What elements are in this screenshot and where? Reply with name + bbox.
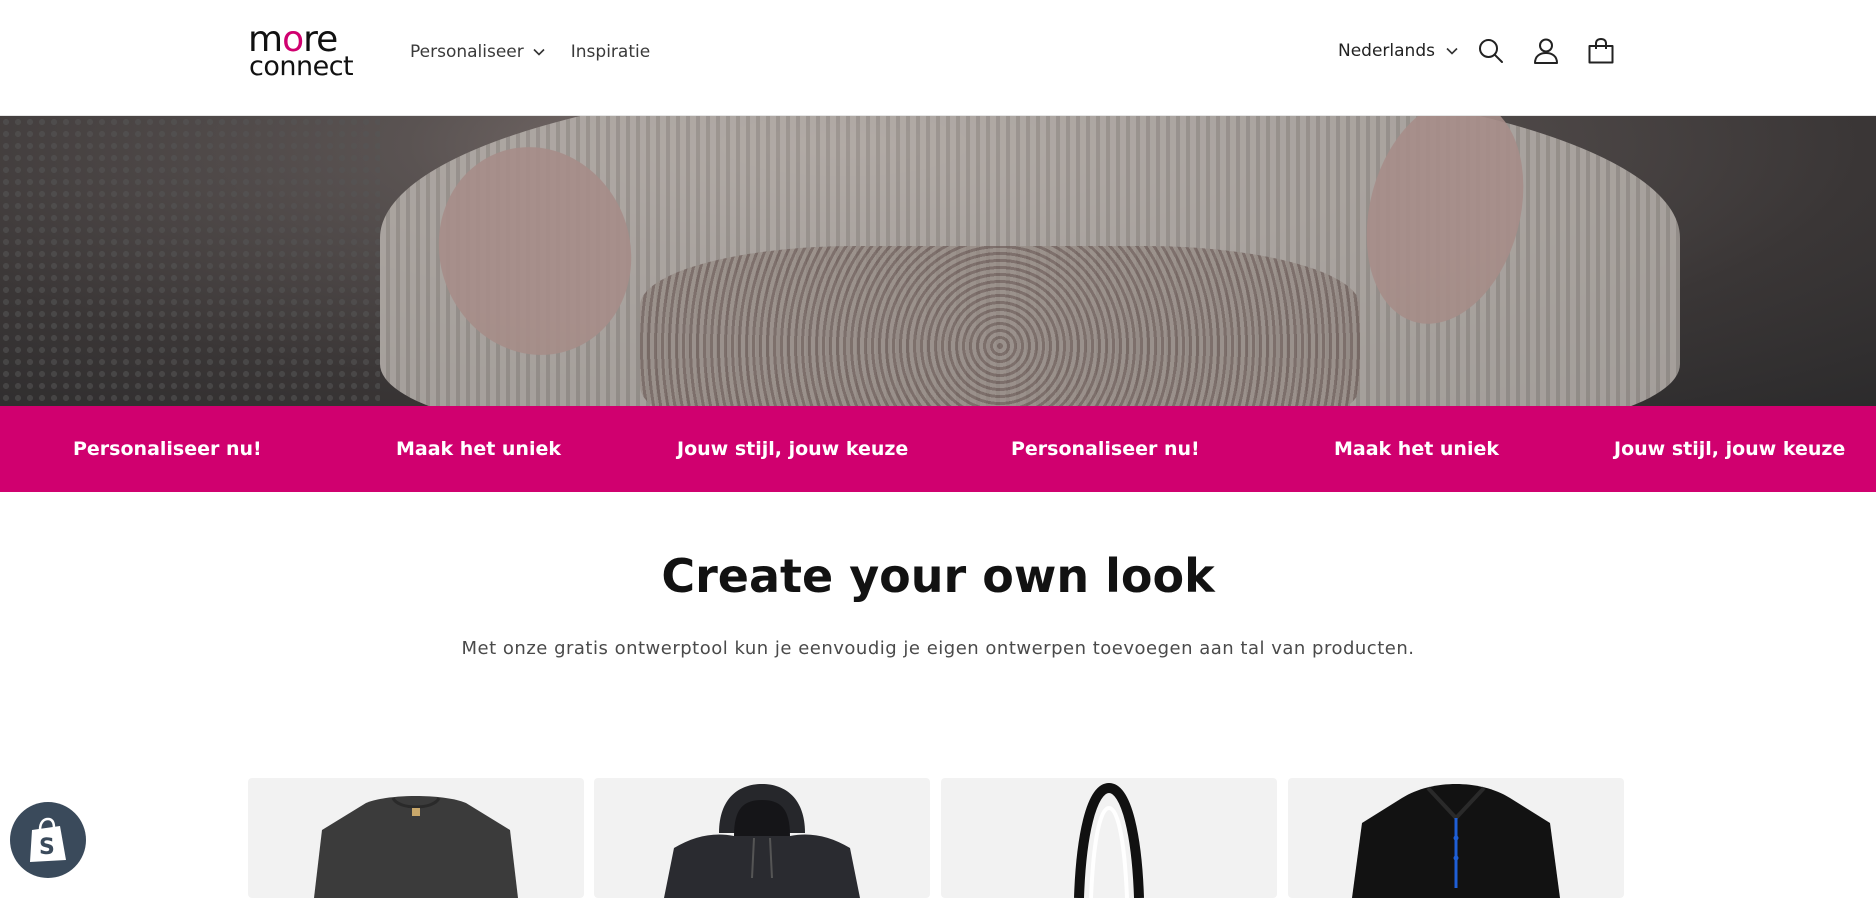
- site-header: more connect Personaliseer Inspiratie Ne…: [0, 0, 1876, 116]
- page-title: Create your own look: [661, 549, 1215, 603]
- hero-banner-image: [0, 116, 1876, 406]
- account-icon[interactable]: [1531, 36, 1561, 66]
- product-grid: [248, 778, 1624, 898]
- marquee-item: Jouw stijl, jouw keuze: [1614, 438, 1846, 460]
- shopify-badge[interactable]: S: [10, 802, 86, 878]
- shopify-bag-icon: S: [30, 817, 66, 862]
- logo-text-connect: connect: [249, 51, 354, 82]
- nav-label: Personaliseer: [410, 42, 524, 62]
- polo-icon: [1352, 784, 1560, 898]
- language-label: Nederlands: [1338, 41, 1435, 61]
- product-card-tote-bag[interactable]: [941, 778, 1277, 898]
- marquee-item: Personaliseer nu!: [73, 438, 262, 460]
- chevron-down-icon: [1446, 47, 1458, 55]
- language-selector[interactable]: Nederlands: [1338, 41, 1458, 61]
- marquee-item: Jouw stijl, jouw keuze: [677, 438, 909, 460]
- page-subtitle: Met onze gratis ontwerptool kun je eenvo…: [461, 638, 1415, 659]
- tote-bag-icon: [1074, 782, 1144, 898]
- marquee-item: Personaliseer nu!: [1011, 438, 1200, 460]
- tshirt-icon: [314, 796, 518, 898]
- hero-background-pattern: [0, 116, 380, 406]
- svg-text:S: S: [39, 835, 55, 860]
- marquee-item: Maak het uniek: [396, 438, 561, 460]
- nav-label: Inspiratie: [570, 42, 651, 62]
- search-icon[interactable]: [1476, 36, 1506, 66]
- product-card-polo[interactable]: [1288, 778, 1624, 898]
- marquee-item: Maak het uniek: [1334, 438, 1499, 460]
- logo[interactable]: more connect: [248, 22, 362, 82]
- cart-icon[interactable]: [1586, 36, 1616, 66]
- product-card-hoodie[interactable]: [594, 778, 930, 898]
- hoodie-icon: [664, 784, 860, 898]
- chevron-down-icon: [533, 48, 545, 56]
- hero-sweater-texture: [640, 246, 1360, 406]
- product-card-tshirt[interactable]: [248, 778, 584, 898]
- main-nav: Personaliseer Inspiratie: [410, 40, 676, 64]
- nav-item-personaliseer[interactable]: Personaliseer: [410, 42, 545, 62]
- announcement-marquee: Personaliseer nu! Maak het uniek Jouw st…: [0, 406, 1876, 492]
- nav-item-inspiratie[interactable]: Inspiratie: [571, 42, 650, 62]
